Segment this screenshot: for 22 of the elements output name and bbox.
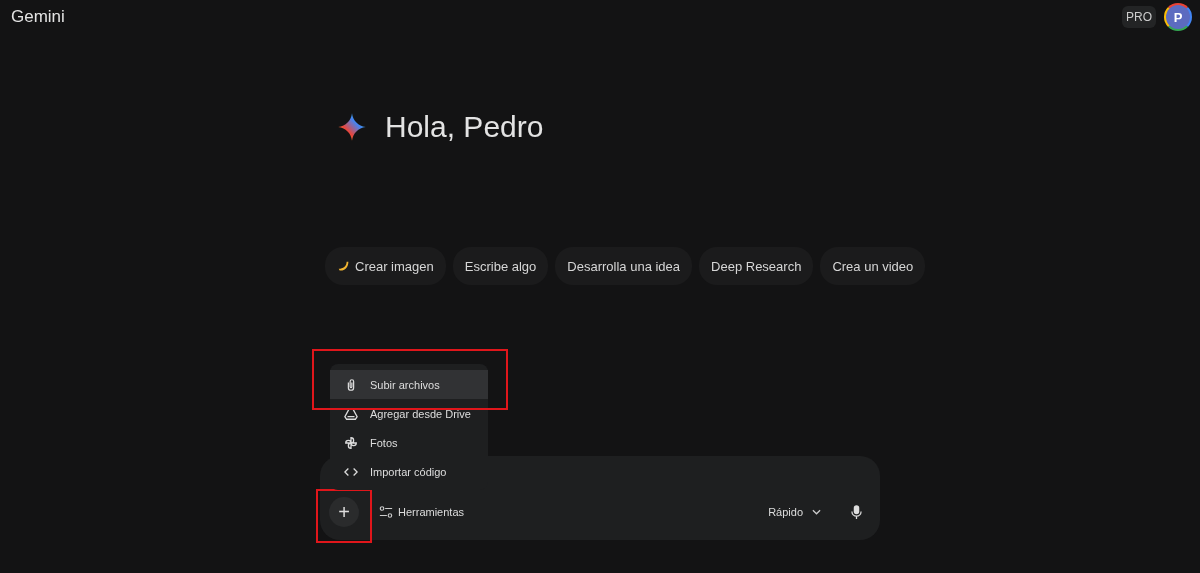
suggestion-chip[interactable]: Crea un video xyxy=(820,247,926,285)
avatar[interactable]: P xyxy=(1164,3,1192,31)
menu-item[interactable]: Fotos xyxy=(330,428,488,457)
menu-item[interactable]: Subir archivos xyxy=(330,370,488,399)
pinwheel-icon xyxy=(344,435,358,450)
plan-badge[interactable]: PRO xyxy=(1122,6,1156,28)
model-dropdown[interactable]: Rápido xyxy=(762,505,827,519)
sparkle-icon xyxy=(337,112,367,142)
sliders-icon xyxy=(379,505,393,519)
banana-icon xyxy=(337,259,351,273)
suggestion-chip[interactable]: Escribe algo xyxy=(452,247,549,285)
suggestion-chip[interactable]: Desarrolla una idea xyxy=(555,247,693,285)
tools-button[interactable]: Herramientas xyxy=(373,504,471,520)
menu-item[interactable]: Importar código xyxy=(330,457,488,486)
greeting: Hola, Pedro xyxy=(385,110,544,144)
menu-item[interactable]: Agregar desde Drive xyxy=(330,399,488,428)
add-button[interactable]: + xyxy=(329,497,359,527)
microphone-icon[interactable] xyxy=(851,504,862,520)
suggestion-chip[interactable]: Crear imagen xyxy=(325,247,446,285)
suggestion-chip[interactable]: Deep Research xyxy=(699,247,814,285)
chevron-down-icon xyxy=(812,509,821,515)
app-title: Gemini xyxy=(11,7,65,27)
